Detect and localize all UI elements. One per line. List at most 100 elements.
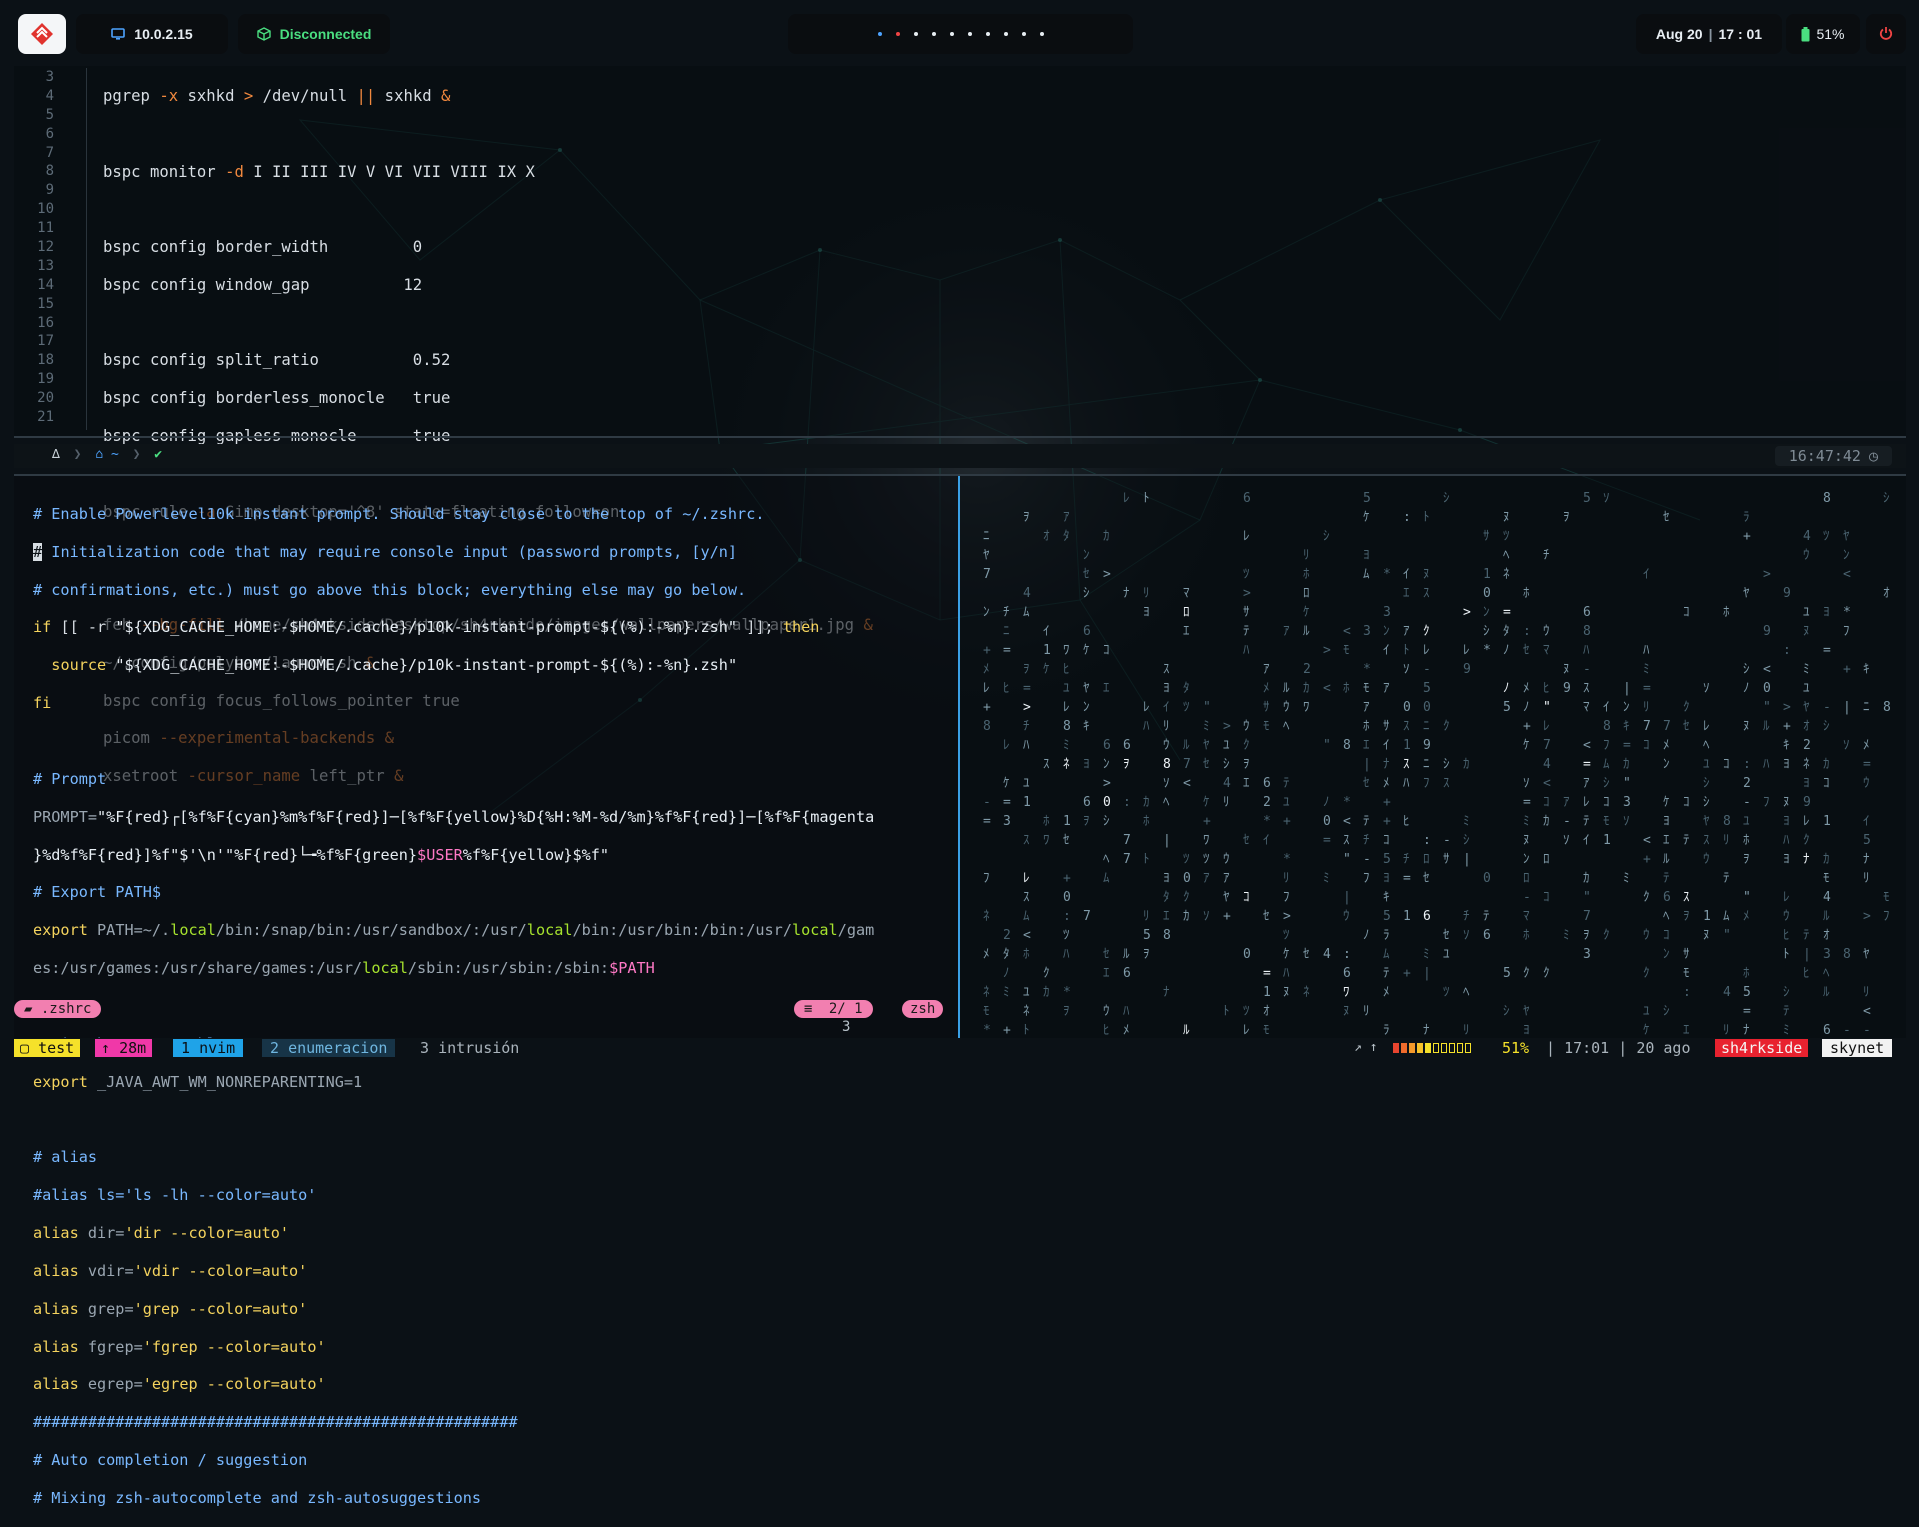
matrix-glyph: = <box>1403 871 1411 886</box>
matrix-glyph: ｶ <box>1183 909 1190 924</box>
matrix-glyph: ｸ <box>1683 700 1690 715</box>
matrix-glyph: ｾ <box>1263 909 1270 924</box>
matrix-glyph: - <box>1423 662 1431 677</box>
matrix-glyph: ｹ <box>1363 510 1370 525</box>
matrix-glyph: ﾝ <box>1663 947 1670 962</box>
vpn-indicator: Disconnected <box>238 14 390 54</box>
matrix-glyph: - <box>1743 795 1751 810</box>
matrix-glyph: 6 <box>1483 928 1491 943</box>
workspace-dot-1[interactable] <box>877 32 882 36</box>
matrix-glyph: ﾝ <box>1383 624 1390 639</box>
matrix-glyph: 5 <box>1503 700 1511 715</box>
tmux-window-3[interactable]: 3 intrusión <box>414 1039 525 1057</box>
file-tab[interactable]: ▰ .zshrc <box>14 1000 102 1018</box>
matrix-glyph: ｽ <box>1683 890 1690 905</box>
matrix-glyph: ﾌ <box>983 871 990 886</box>
matrix-glyph: ﾄ <box>1423 510 1430 525</box>
matrix-glyph: ﾝ <box>1843 548 1850 563</box>
matrix-glyph: | <box>1463 852 1471 867</box>
power-button[interactable] <box>1866 14 1906 54</box>
line-number: 5 <box>45 106 54 123</box>
matrix-glyph: ﾕ <box>1063 681 1070 696</box>
matrix-glyph: 9 <box>1763 624 1771 639</box>
divider <box>14 436 1906 438</box>
matrix-glyph: ﾕ <box>1023 985 1030 1000</box>
battery-indicator: 51% <box>1786 14 1860 54</box>
matrix-glyph: ｿ <box>1563 833 1570 848</box>
workspace-dot-9[interactable] <box>1021 32 1026 36</box>
matrix-glyph: ﾊ <box>1783 833 1790 848</box>
matrix-glyph: ﾃ <box>1483 909 1490 924</box>
workspace-dot-4[interactable] <box>931 32 936 36</box>
shell-prompt-bar: ∆ ❯ ⌂ ~ ❯ ✔ 16:47:42 ◷ <box>14 444 1906 468</box>
line-number: 12 <box>37 239 54 256</box>
workspace-dot-5[interactable] <box>949 32 954 36</box>
matrix-glyph: ｶ <box>1623 757 1630 772</box>
matrix-glyph: ﾀ <box>1163 890 1170 905</box>
matrix-glyph: ﾌ <box>1603 738 1610 753</box>
matrix-glyph: ﾘ <box>1223 795 1230 810</box>
matrix-glyph: + <box>1643 852 1651 867</box>
matrix-glyph: ｼ <box>1743 662 1750 677</box>
tmux-window-2[interactable]: 2 enumeracion <box>262 1039 396 1057</box>
matrix-glyph: ﾒ <box>1523 681 1530 696</box>
matrix-glyph: ﾄ <box>1143 491 1150 506</box>
matrix-glyph: ｴ <box>1683 1023 1690 1038</box>
workspace-dot-3[interactable] <box>913 32 918 36</box>
line-number: 4 <box>45 87 54 104</box>
matrix-glyph: ｾ <box>1243 833 1250 848</box>
line-number: 7 <box>45 144 54 161</box>
matrix-glyph: ｸ <box>1643 966 1650 981</box>
matrix-glyph: ﾚ <box>1583 795 1590 810</box>
matrix-glyph: " <box>1583 890 1591 905</box>
matrix-glyph: ﾁ <box>1543 548 1550 563</box>
matrix-glyph: ﾖ <box>1363 548 1370 563</box>
matrix-glyph: ｴ <box>1403 586 1410 601</box>
matrix-glyph: ﾂ <box>1503 529 1510 544</box>
matrix-glyph: ﾋ <box>1543 681 1550 696</box>
workspace-dot-8[interactable] <box>1003 32 1008 36</box>
workspace-dot-7[interactable] <box>985 32 990 36</box>
matrix-glyph: ﾕ <box>1643 1004 1650 1019</box>
matrix-glyph: 1 <box>1063 814 1071 829</box>
matrix-glyph: ﾋ <box>1403 814 1410 829</box>
matrix-glyph: ﾗ <box>1383 928 1390 943</box>
matrix-glyph: ﾏ <box>1523 909 1530 924</box>
matrix-glyph: ﾙ <box>1283 681 1290 696</box>
line-number-gutter: 3 4 5 6 7 8 9 10 11 12 13 14 15 16 17 18… <box>14 68 54 427</box>
matrix-glyph: ﾆ <box>1003 624 1010 639</box>
tmux-session[interactable]: ▢ test <box>14 1039 81 1057</box>
matrix-glyph: ｱ <box>1563 795 1570 810</box>
matrix-glyph: ｦ <box>1743 852 1750 867</box>
matrix-glyph: ﾌ <box>1883 909 1890 924</box>
matrix-glyph: ｿ <box>1403 662 1410 677</box>
matrix-glyph: ﾅ <box>1423 1023 1430 1038</box>
matrix-glyph: ｺ <box>1603 795 1610 810</box>
matrix-glyph: ﾕ <box>1283 795 1290 810</box>
workspace-dot-6[interactable] <box>967 32 972 36</box>
matrix-glyph: ﾎ <box>1523 586 1530 601</box>
matrix-glyph: | <box>1423 966 1431 981</box>
matrix-glyph: ﾜ <box>1063 643 1070 658</box>
matrix-glyph: ﾙ <box>1303 624 1310 639</box>
workspace-dot-10[interactable] <box>1039 32 1044 36</box>
matrix-glyph: ﾌ <box>1763 795 1770 810</box>
workspace-dot-2[interactable] <box>895 32 900 36</box>
matrix-glyph: - <box>1523 890 1531 905</box>
matrix-glyph: ﾚ <box>1783 890 1790 905</box>
matrix-glyph: ｶ <box>1103 529 1110 544</box>
matrix-glyph: ｽ <box>1423 586 1430 601</box>
matrix-glyph: 4 <box>1723 985 1731 1000</box>
line-number: 21 <box>37 409 54 426</box>
matrix-glyph: ﾋ <box>1783 928 1790 943</box>
home-icon: ⌂ <box>95 447 104 462</box>
matrix-glyph: ﾃ <box>1683 833 1690 848</box>
tmux-window-1[interactable]: 1 nvim <box>173 1039 244 1057</box>
app-logo[interactable] <box>18 14 66 54</box>
matrix-glyph: ｲ <box>1643 567 1650 582</box>
matrix-glyph: ｳ <box>1703 852 1710 867</box>
matrix-glyph: = <box>1583 757 1591 772</box>
matrix-glyph: : <box>1743 757 1751 772</box>
matrix-glyph: ｽ <box>1403 757 1410 772</box>
matrix-glyph: 8 <box>1063 719 1071 734</box>
